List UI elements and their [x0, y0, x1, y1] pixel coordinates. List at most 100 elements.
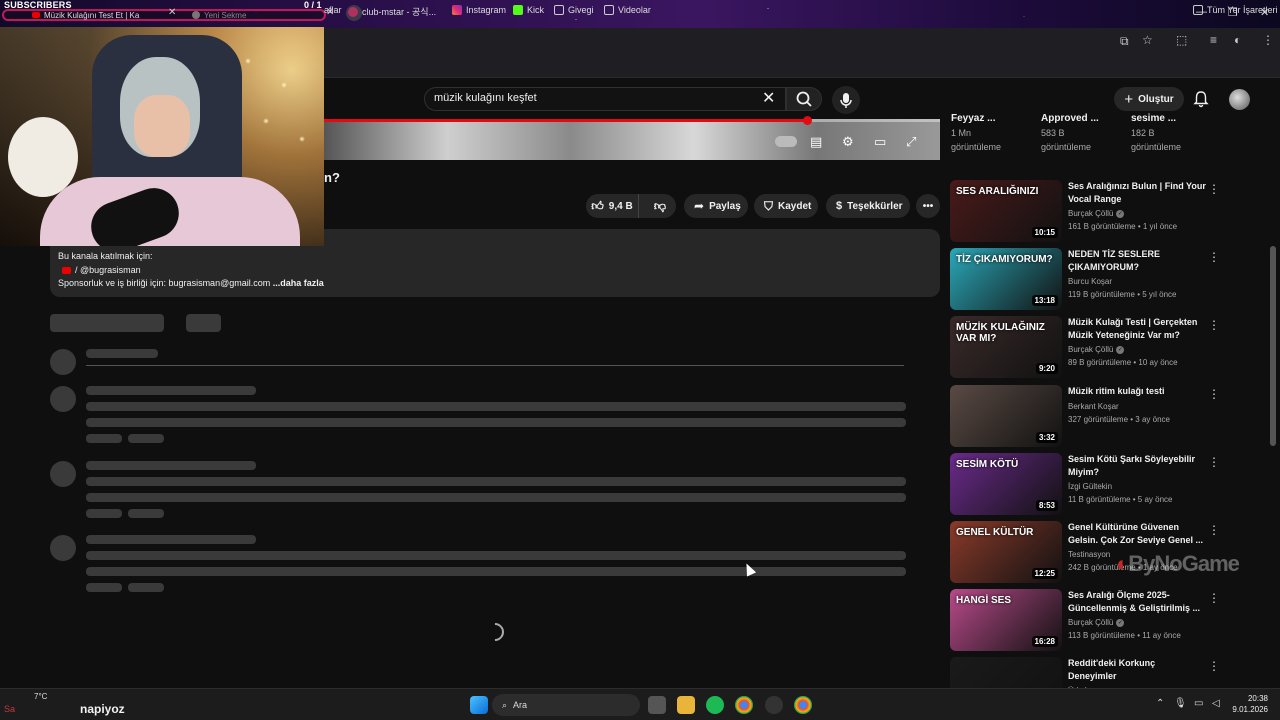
tab-music-test[interactable]: Müzik Kulağını Test Et | Ka [32, 8, 139, 22]
channel-name[interactable]: Burçak Çöllü ✓ [1068, 209, 1125, 218]
channel-label: Berkant Koşar [1068, 402, 1119, 411]
more-icon[interactable]: ⋮ [1208, 591, 1220, 605]
chrome-icon[interactable] [735, 696, 753, 714]
sidebar-scrollbar[interactable] [1270, 246, 1276, 446]
shelf-item[interactable]: sesime ... 182 B görüntüleme [1131, 112, 1181, 154]
dislike-button[interactable]: 👎︎ [644, 199, 676, 214]
close-tab-icon[interactable]: ✕ [168, 7, 176, 18]
task-view-icon[interactable] [648, 696, 666, 714]
miniplayer-icon[interactable]: ▭ [874, 134, 886, 150]
extensions-icon[interactable]: ⬚ [1176, 33, 1187, 47]
channel-name[interactable]: Berkant Koşar [1068, 402, 1119, 411]
shelf-title: sesime ... [1131, 113, 1177, 124]
chevron-up-icon[interactable]: ⌃ [1156, 698, 1164, 709]
progress-scrubber[interactable] [803, 116, 812, 125]
bookmark-item[interactable]: Videolar [604, 5, 651, 15]
shelf-views-label: görüntüleme [1041, 142, 1092, 152]
video-thumbnail[interactable]: GENEL KÜLTÜR 12:25 [950, 521, 1062, 583]
settings-icon[interactable]: ⚙ [842, 134, 854, 150]
skeleton-line [86, 493, 906, 502]
shelf-item[interactable]: Feyyaz ... 1 Mn görüntüleme [951, 112, 1001, 154]
close-icon[interactable]: ✕ [762, 88, 775, 108]
autoplay-toggle[interactable] [775, 136, 797, 147]
video-thumbnail[interactable]: SESİM KÖTÜ 8:53 [950, 453, 1062, 515]
file-explorer-icon[interactable] [677, 696, 695, 714]
save-button[interactable]: ⛉ Kaydet [754, 194, 818, 218]
bookmark-item[interactable]: Givegi [554, 5, 594, 15]
weather-temp[interactable]: 7°C [34, 692, 47, 701]
clock[interactable]: 20:38 9.01.2026 [1232, 693, 1268, 715]
more-icon[interactable]: ⋮ [1208, 659, 1220, 673]
bookmark-item[interactable]: Instagram [452, 5, 506, 15]
video-title[interactable]: Müzik Kulağı Testi | Gerçekten Müzik Yet… [1068, 316, 1206, 342]
channel-name[interactable]: Burcu Koşar [1068, 277, 1112, 286]
spotify-icon[interactable] [706, 696, 724, 714]
more-icon[interactable]: ⋮ [1208, 455, 1220, 469]
recommendation-card[interactable]: SES ARALIĞINIZI 10:15 Ses Aralığınızı Bulu… [950, 180, 1220, 242]
skeleton-line [86, 418, 906, 427]
channel-name[interactable]: Burçak Çöllü ✓ [1068, 345, 1125, 354]
progress-played[interactable] [324, 119, 808, 122]
volume-icon[interactable]: ◁ [1212, 698, 1220, 709]
more-icon[interactable]: ⋮ [1208, 387, 1220, 401]
voice-search-button[interactable] [832, 86, 860, 114]
video-title[interactable]: Ses Aralığı Ölçme 2025- Güncellenmiş & G… [1068, 589, 1206, 615]
more-icon[interactable]: ⋮ [1208, 523, 1220, 537]
more-icon[interactable]: ⋮ [1208, 182, 1220, 196]
video-thumbnail[interactable]: TİZ ÇIKAMIYORUM? 13:18 [950, 248, 1062, 310]
more-icon[interactable]: ⋮ [1208, 250, 1220, 264]
bookmark-item[interactable]: club-mstar - 공식... [348, 5, 436, 18]
bell-icon[interactable] [1192, 90, 1210, 108]
avatar[interactable] [1229, 89, 1250, 110]
channel-name[interactable]: Testinasyon [1068, 550, 1110, 559]
channel-name[interactable]: Burçak Çöllü ✓ [1068, 618, 1125, 627]
recommendation-card[interactable]: SESİM KÖTÜ 8:53 Sesim Kötü Şarkı Söyleyebi… [950, 453, 1220, 515]
more-actions-button[interactable]: ••• [916, 194, 940, 218]
create-button[interactable]: + Oluştur [1114, 87, 1184, 111]
profile-icon[interactable]: ◐ [1234, 33, 1241, 47]
bookmark-item[interactable]: Kick [513, 5, 544, 15]
obs-icon[interactable] [765, 696, 783, 714]
webcam-overlay [0, 27, 324, 246]
video-title[interactable]: Reddit'deki Korkunç Deneyimler [1068, 657, 1206, 683]
video-thumbnail[interactable]: MÜZİK KULAĞINIZ VAR MI? 9:20 [950, 316, 1062, 378]
video-title[interactable]: Müzik ritim kulağı testi [1068, 385, 1206, 398]
mic-icon[interactable]: 🎙︎ [1174, 698, 1187, 709]
channel-name[interactable]: İzgi Gültekin [1068, 482, 1112, 491]
reading-list-icon[interactable]: ≡ [1210, 33, 1217, 47]
recommendation-card[interactable]: HANGİ SES 16:28 Ses Aralığı Ölçme 2025- Gü… [950, 589, 1220, 651]
video-thumbnail[interactable]: HANGİ SES 16:28 [950, 589, 1062, 651]
video-thumbnail[interactable]: 3:32 [950, 385, 1062, 447]
search-button[interactable] [786, 87, 822, 111]
thanks-button[interactable]: $ Teşekkürler [826, 194, 910, 218]
recommendation-card[interactable]: 3:32 Müzik ritim kulağı testi Berkant Koşa… [950, 385, 1220, 447]
recommendation-card[interactable]: MÜZİK KULAĞINIZ VAR MI? 9:20 Müzik Kulağı … [950, 316, 1220, 378]
video-title[interactable]: Ses Aralığınızı Bulun | Find Your Vocal … [1068, 180, 1206, 206]
star-icon[interactable]: ☆ [1142, 33, 1153, 47]
all-bookmarks[interactable]: Tüm Yer İşaretleri [1193, 5, 1278, 15]
more-icon[interactable]: ⋮ [1208, 318, 1220, 332]
video-title[interactable]: Sesim Kötü Şarkı Söyleyebilir Miyim? [1068, 453, 1206, 479]
chrome-icon[interactable] [794, 696, 812, 714]
video-title[interactable]: NEDEN TİZ SESLERE ÇIKAMIYORUM? [1068, 248, 1206, 274]
description-line[interactable]: / @bugrasisman [62, 265, 141, 275]
cast-icon[interactable]: ⧉ [1120, 34, 1129, 49]
menu-icon[interactable]: ⋮ [1262, 33, 1274, 47]
fullscreen-icon[interactable]: ⤢ [906, 134, 916, 150]
shelf-item[interactable]: Approved ... 583 B görüntüleme [1041, 112, 1099, 154]
tab-new[interactable]: Yeni Sekme [192, 8, 246, 22]
channel-handle-link[interactable]: / @bugrasisman [75, 265, 141, 275]
video-thumbnail[interactable]: SES ARALIĞINIZI 10:15 [950, 180, 1062, 242]
share-button[interactable]: ➦ Paylaş [684, 194, 748, 218]
bookmark-item[interactable]: aflar [324, 5, 342, 15]
progress-remaining[interactable] [808, 119, 940, 122]
recommendation-card[interactable]: TİZ ÇIKAMIYORUM? 13:18 NEDEN TİZ SESLERE Ç… [950, 248, 1220, 310]
subtitles-icon[interactable]: ▤ [810, 134, 822, 150]
network-icon[interactable]: ▭ [1194, 698, 1203, 709]
taskbar-search[interactable]: ⌕ Ara [492, 694, 640, 716]
windows-icon[interactable] [470, 696, 488, 714]
more-link[interactable]: ...daha fazla [273, 278, 324, 288]
video-duration: 9:20 [1035, 363, 1058, 374]
video-title[interactable]: Genel Kültürüne Güvenen Gelsin. Çok Zor … [1068, 521, 1206, 547]
like-button[interactable]: 👍︎ 9,4 B [586, 194, 639, 218]
